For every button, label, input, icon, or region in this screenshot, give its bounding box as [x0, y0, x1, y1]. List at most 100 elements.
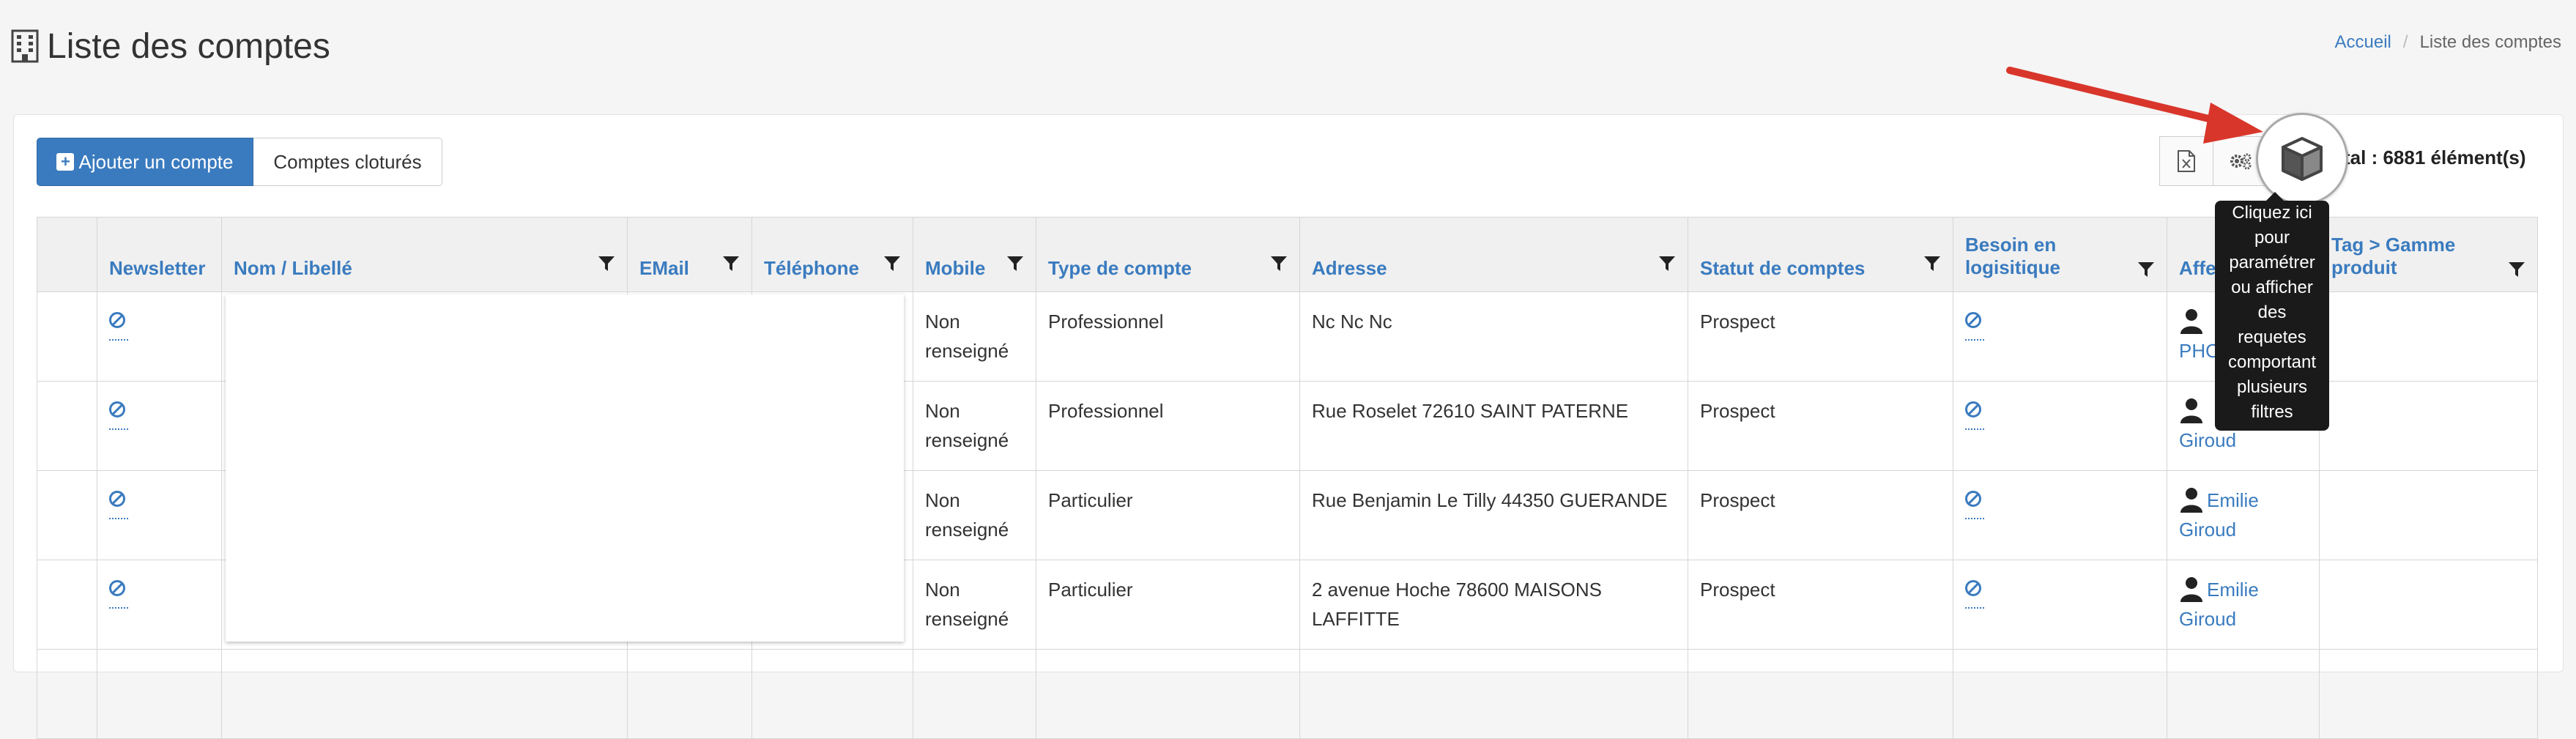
cell-besoin: [1953, 560, 2167, 650]
cell-mobile: Non renseigné: [913, 291, 1036, 382]
ban-icon[interactable]: [109, 312, 125, 328]
cell-besoin: [1953, 381, 2167, 471]
cell-email: [627, 649, 752, 739]
cell-newsletter: [97, 560, 222, 650]
mobile-line2: renseigné: [925, 340, 1009, 362]
column-label: Adresse: [1312, 257, 1387, 279]
total-count: tal : 6881 élément(s): [2344, 146, 2526, 168]
cube-icon: [2282, 137, 2323, 181]
cell-statut: Prospect: [1688, 470, 1953, 560]
filter-icon[interactable]: [722, 255, 740, 272]
mobile-line1: Non: [925, 579, 960, 601]
ban-underline: [1965, 339, 1984, 341]
add-account-button[interactable]: + Ajouter un compte: [37, 138, 253, 186]
column-mobile[interactable]: Mobile: [913, 217, 1036, 292]
column-newsletter[interactable]: Newsletter: [97, 217, 222, 292]
user-link-line2[interactable]: Giroud: [2179, 429, 2236, 451]
ban-underline: [109, 339, 128, 341]
cell-statut: Prospect: [1688, 560, 1953, 650]
filter-icon[interactable]: [1006, 255, 1024, 272]
cell-statut: [1688, 649, 1953, 739]
cell-tag: [2319, 649, 2538, 739]
cell-mobile: [913, 649, 1036, 739]
filter-icon[interactable]: [1270, 255, 1288, 272]
column-statut[interactable]: Statut de comptes: [1688, 217, 1953, 292]
mobile-line1: Non: [925, 400, 960, 422]
cell-affectation: [2167, 649, 2320, 739]
redaction-overlay: [226, 294, 904, 642]
tooltip: Cliquez ici pour paramétrer ou afficher …: [2215, 192, 2329, 431]
cell-nom: [221, 649, 628, 739]
cell-newsletter: [97, 381, 222, 471]
excel-export-button[interactable]: [2159, 136, 2213, 186]
column-besoin[interactable]: Besoin en logisitique: [1953, 217, 2167, 292]
user-icon: [2180, 309, 2202, 334]
cell-tag: [2319, 381, 2538, 471]
cell-adresse: Rue Benjamin Le Tilly 44350 GUERANDE: [1299, 470, 1688, 560]
user-icon: [2180, 577, 2202, 602]
ban-icon[interactable]: [109, 491, 125, 507]
ban-icon[interactable]: [1965, 401, 1981, 417]
breadcrumb-current: Liste des comptes: [2419, 32, 2561, 52]
cell-tag: [2319, 470, 2538, 560]
mobile-line1: Non: [925, 311, 960, 333]
mobile-line2: renseigné: [925, 608, 1009, 630]
column-label: Type de compte: [1048, 257, 1192, 279]
column-adresse[interactable]: Adresse: [1299, 217, 1688, 292]
plus-square-icon: +: [56, 153, 75, 171]
column-nom[interactable]: Nom / Libellé: [221, 217, 628, 292]
filter-icon[interactable]: [1658, 255, 1676, 272]
ban-underline: [1965, 607, 1984, 609]
column-label: Mobile: [925, 257, 986, 279]
ban-icon[interactable]: [1965, 491, 1981, 507]
user-link[interactable]: Emilie: [2207, 489, 2259, 511]
user-icon: [2180, 488, 2202, 513]
column-label: Tag > Gamme produit: [2331, 234, 2456, 278]
filter-icon[interactable]: [2508, 261, 2525, 278]
column-email[interactable]: EMail: [627, 217, 752, 292]
filter-icon[interactable]: [598, 255, 615, 272]
filter-icon[interactable]: [883, 255, 901, 272]
cell-select: [37, 291, 97, 382]
cell-type: Professionnel: [1036, 381, 1300, 471]
filter-icon[interactable]: [2137, 261, 2155, 278]
cell-adresse: Rue Roselet 72610 SAINT PATERNE: [1299, 381, 1688, 471]
title-wrap: Liste des comptes: [10, 21, 330, 72]
column-label: Téléphone: [764, 257, 860, 279]
table-row[interactable]: [37, 649, 2538, 739]
user-link-line2[interactable]: PHO: [2179, 340, 2220, 362]
column-label: Nom / Libellé: [234, 257, 352, 279]
table-header-row: Newsletter Nom / Libellé EMail Téléphone…: [37, 217, 2538, 292]
filter-icon[interactable]: [1923, 255, 1941, 272]
page-header: Liste des comptes Accueil / Liste des co…: [0, 0, 2576, 92]
user-link[interactable]: Emilie: [2207, 579, 2259, 601]
closed-accounts-button[interactable]: Comptes cloturés: [253, 138, 442, 186]
column-tag[interactable]: Tag > Gamme produit: [2319, 217, 2538, 292]
column-label: Besoin en logisitique: [1965, 234, 2060, 278]
cell-newsletter: [97, 470, 222, 560]
add-account-label: Ajouter un compte: [78, 150, 234, 173]
user-icon: [2180, 398, 2202, 423]
cell-adresse: [1299, 649, 1688, 739]
ban-underline: [109, 607, 128, 609]
cell-besoin: [1953, 291, 2167, 382]
cell-select: [37, 470, 97, 560]
breadcrumb-home-link[interactable]: Accueil: [2335, 32, 2391, 53]
breadcrumb: Accueil / Liste des comptes: [2335, 32, 2561, 53]
user-link-line2[interactable]: Giroud: [2179, 608, 2236, 630]
ban-icon[interactable]: [1965, 580, 1981, 596]
ban-icon[interactable]: [109, 580, 125, 596]
closed-accounts-label: Comptes cloturés: [273, 150, 422, 173]
user-link-line2[interactable]: Giroud: [2179, 519, 2236, 541]
cell-tag: [2319, 560, 2538, 650]
column-type[interactable]: Type de compte: [1036, 217, 1300, 292]
column-telephone[interactable]: Téléphone: [751, 217, 913, 292]
ban-icon[interactable]: [109, 401, 125, 417]
ban-icon[interactable]: [1965, 312, 1981, 328]
cell-affectation: Emilie Giroud: [2167, 470, 2320, 560]
building-icon: [11, 29, 39, 63]
cell-select: [37, 560, 97, 650]
cell-statut: Prospect: [1688, 381, 1953, 471]
cell-type: Particulier: [1036, 560, 1300, 650]
cell-type: Particulier: [1036, 470, 1300, 560]
